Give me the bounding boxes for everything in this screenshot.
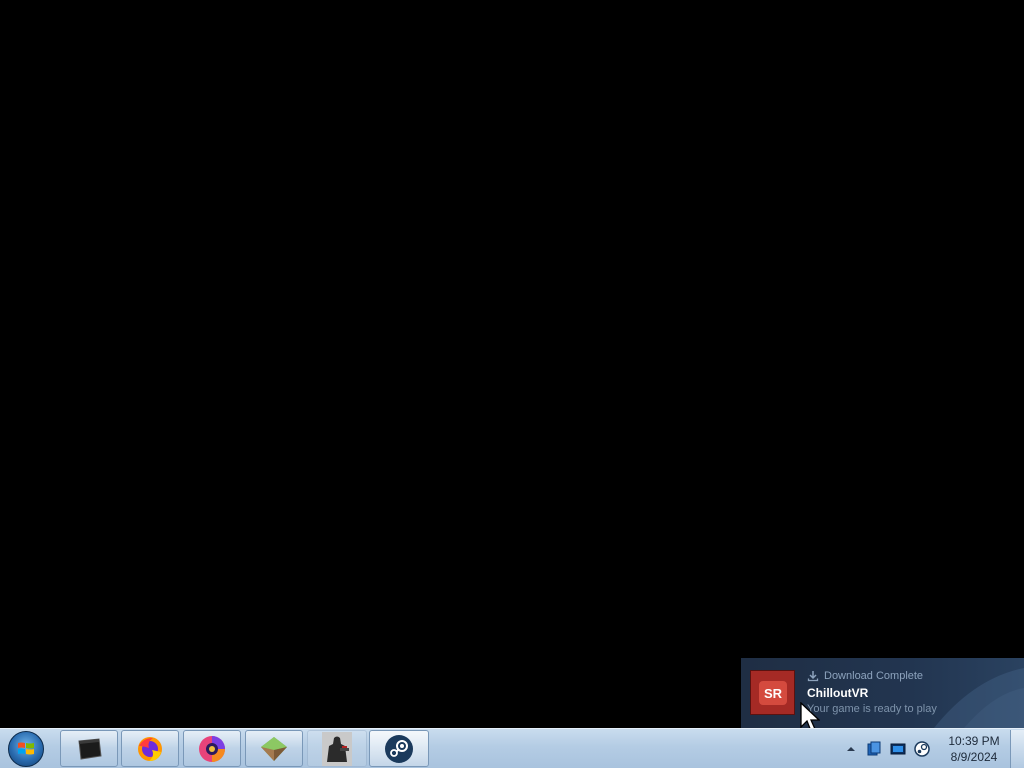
network-sync-icon[interactable]: [866, 741, 882, 757]
spiral-app-icon: [199, 735, 225, 762]
taskbar: 10:39 PM 8/9/2024: [0, 728, 1024, 768]
steam-icon: [385, 734, 413, 763]
game-soldier-icon: [322, 731, 352, 766]
svg-text:SR: SR: [763, 686, 782, 701]
chilloutvr-icon: SR: [750, 670, 795, 715]
taskbar-app-green-cube[interactable]: [245, 730, 303, 767]
notification-decoration: [934, 668, 1024, 728]
taskbar-app-steam[interactable]: [369, 730, 429, 767]
notification-header-label: Download Complete: [824, 670, 924, 682]
taskbar-app-black-window[interactable]: [60, 730, 118, 767]
taskbar-app-game[interactable]: [307, 730, 367, 767]
taskbar-app-spiral[interactable]: [183, 730, 241, 767]
taskbar-app-firefox[interactable]: [121, 730, 179, 767]
steam-tray-icon[interactable]: [914, 741, 930, 757]
tray-expand-arrow-icon[interactable]: [843, 741, 859, 757]
green-cube-app-icon: [261, 736, 287, 761]
windows-start-orb-icon: [8, 731, 44, 767]
firefox-icon: [138, 736, 162, 761]
show-desktop-button[interactable]: [1010, 730, 1024, 768]
start-button[interactable]: [4, 730, 48, 768]
display-icon[interactable]: [890, 741, 906, 757]
download-icon: [807, 671, 819, 682]
download-complete-notification[interactable]: SR Download Complete ChilloutVR Your gam…: [741, 658, 1024, 728]
notification-message: Your game is ready to play: [807, 703, 937, 715]
taskbar-clock[interactable]: 10:39 PM 8/9/2024: [944, 733, 1004, 765]
notification-title: ChilloutVR: [807, 686, 869, 700]
clock-date: 8/9/2024: [950, 750, 998, 764]
desktop-background: [0, 0, 1024, 728]
clock-time: 10:39 PM: [948, 734, 1000, 748]
black-window-app-icon: [78, 737, 102, 760]
notification-header: Download Complete: [807, 670, 923, 682]
